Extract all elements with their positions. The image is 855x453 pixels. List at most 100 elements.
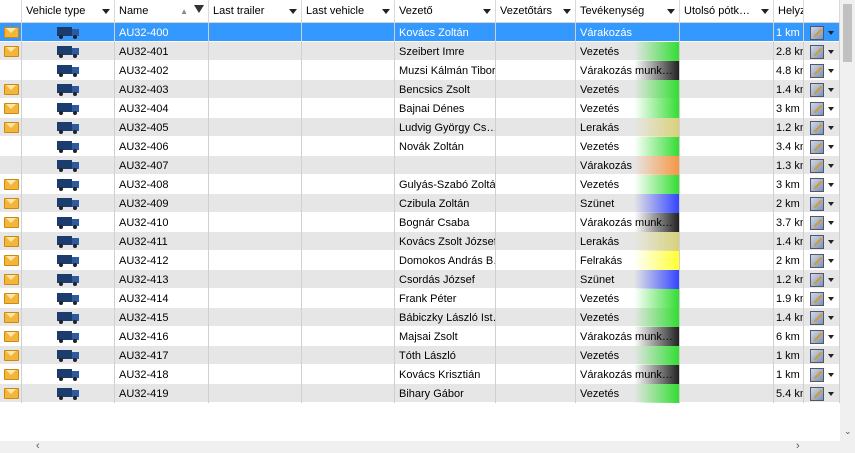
edit-pencil-icon[interactable] bbox=[809, 196, 824, 211]
cell-trailer2[interactable] bbox=[680, 61, 774, 80]
cell-vtype[interactable] bbox=[22, 289, 115, 308]
edit-pencil-icon[interactable] bbox=[809, 348, 824, 363]
envelope-icon[interactable] bbox=[4, 122, 19, 133]
envelope-icon[interactable] bbox=[4, 369, 19, 380]
cell-activity[interactable]: Várakozás munk… bbox=[576, 327, 680, 346]
cell-vehicle[interactable] bbox=[302, 384, 395, 403]
cell-activity[interactable]: Vezetés bbox=[576, 80, 680, 99]
cell-activity[interactable]: Szünet bbox=[576, 270, 680, 289]
cell-msg[interactable] bbox=[0, 365, 22, 384]
cell-edit[interactable] bbox=[804, 232, 840, 251]
cell-pos[interactable]: 3.4 km bbox=[774, 137, 804, 156]
cell-codriver[interactable] bbox=[496, 365, 576, 384]
cell-name[interactable]: AU32-418 bbox=[115, 365, 209, 384]
cell-vtype[interactable] bbox=[22, 365, 115, 384]
filter-icon[interactable] bbox=[194, 5, 204, 13]
cell-msg[interactable] bbox=[0, 175, 22, 194]
cell-vehicle[interactable] bbox=[302, 213, 395, 232]
cell-driver[interactable]: Bábiczky László Ist… bbox=[395, 308, 496, 327]
cell-codriver[interactable] bbox=[496, 289, 576, 308]
cell-vehicle[interactable] bbox=[302, 251, 395, 270]
table-row[interactable]: AU32-417 Tóth László Vezetés 1 km N bbox=[0, 346, 840, 365]
cell-name[interactable]: AU32-411 bbox=[115, 232, 209, 251]
cell-trailer2[interactable] bbox=[680, 137, 774, 156]
cell-vehicle[interactable] bbox=[302, 42, 395, 61]
cell-codriver[interactable] bbox=[496, 270, 576, 289]
cell-vehicle[interactable] bbox=[302, 232, 395, 251]
cell-vtype[interactable] bbox=[22, 308, 115, 327]
cell-pos[interactable]: 5.4 km bbox=[774, 384, 804, 403]
edit-pencil-icon[interactable] bbox=[809, 63, 824, 78]
edit-pencil-icon[interactable] bbox=[809, 272, 824, 287]
cell-edit[interactable] bbox=[804, 61, 840, 80]
scroll-right-icon[interactable]: › bbox=[796, 440, 800, 452]
column-header-edit[interactable] bbox=[804, 0, 840, 22]
cell-driver[interactable]: Ludvig György Cs… bbox=[395, 118, 496, 137]
edit-pencil-icon[interactable] bbox=[809, 177, 824, 192]
envelope-icon[interactable] bbox=[4, 27, 19, 38]
cell-trailer2[interactable] bbox=[680, 308, 774, 327]
cell-trailer[interactable] bbox=[209, 99, 302, 118]
vertical-scrollbar[interactable]: ⌄ bbox=[840, 0, 855, 441]
cell-pos[interactable]: 3 km S bbox=[774, 99, 804, 118]
cell-activity[interactable]: Vezetés bbox=[576, 289, 680, 308]
column-dropdown-icon[interactable] bbox=[382, 9, 390, 14]
cell-codriver[interactable] bbox=[496, 61, 576, 80]
cell-vehicle[interactable] bbox=[302, 175, 395, 194]
cell-pos[interactable]: 3.7 km bbox=[774, 213, 804, 232]
cell-activity[interactable]: Vezetés bbox=[576, 175, 680, 194]
cell-trailer2[interactable] bbox=[680, 289, 774, 308]
cell-driver[interactable]: Frank Péter bbox=[395, 289, 496, 308]
cell-vtype[interactable] bbox=[22, 251, 115, 270]
column-header-vehicle[interactable]: Last vehicle bbox=[302, 0, 395, 22]
cell-trailer[interactable] bbox=[209, 270, 302, 289]
cell-trailer2[interactable] bbox=[680, 232, 774, 251]
cell-codriver[interactable] bbox=[496, 137, 576, 156]
cell-vehicle[interactable] bbox=[302, 137, 395, 156]
cell-name[interactable]: AU32-419 bbox=[115, 384, 209, 403]
cell-driver[interactable]: Domokos András B… bbox=[395, 251, 496, 270]
cell-pos[interactable]: 1 km N bbox=[774, 346, 804, 365]
cell-vtype[interactable] bbox=[22, 175, 115, 194]
cell-pos[interactable]: 6 km E bbox=[774, 327, 804, 346]
cell-msg[interactable] bbox=[0, 308, 22, 327]
scroll-left-icon[interactable]: ‹ bbox=[36, 440, 40, 452]
column-header-trailer[interactable]: Last trailer bbox=[209, 0, 302, 22]
envelope-icon[interactable] bbox=[4, 388, 19, 399]
cell-vehicle[interactable] bbox=[302, 99, 395, 118]
cell-trailer[interactable] bbox=[209, 118, 302, 137]
cell-activity[interactable]: Felrakás bbox=[576, 251, 680, 270]
cell-vehicle[interactable] bbox=[302, 61, 395, 80]
edit-pencil-icon[interactable] bbox=[809, 101, 824, 116]
row-menu-dropdown-icon[interactable] bbox=[827, 334, 834, 339]
table-row[interactable]: AU32-404 Bajnai Dénes Vezetés 3 km S bbox=[0, 99, 840, 118]
row-menu-dropdown-icon[interactable] bbox=[827, 125, 834, 130]
cell-name[interactable]: AU32-415 bbox=[115, 308, 209, 327]
cell-vehicle[interactable] bbox=[302, 327, 395, 346]
cell-pos[interactable]: 1.4 km bbox=[774, 308, 804, 327]
cell-trailer[interactable] bbox=[209, 251, 302, 270]
table-row[interactable]: AU32-402 Muzsi Kálmán Tibor Várakozás munk… bbox=[0, 61, 840, 80]
cell-activity[interactable]: Lerakás bbox=[576, 232, 680, 251]
cell-driver[interactable]: Muzsi Kálmán Tibor bbox=[395, 61, 496, 80]
cell-trailer[interactable] bbox=[209, 327, 302, 346]
cell-pos[interactable]: 2 km N bbox=[774, 251, 804, 270]
cell-trailer[interactable] bbox=[209, 194, 302, 213]
cell-trailer2[interactable] bbox=[680, 365, 774, 384]
cell-driver[interactable]: Bognár Csaba bbox=[395, 213, 496, 232]
row-menu-dropdown-icon[interactable] bbox=[827, 201, 834, 206]
cell-vehicle[interactable] bbox=[302, 270, 395, 289]
cell-msg[interactable] bbox=[0, 289, 22, 308]
cell-msg[interactable] bbox=[0, 61, 22, 80]
envelope-icon[interactable] bbox=[4, 179, 19, 190]
cell-trailer[interactable] bbox=[209, 61, 302, 80]
cell-name[interactable]: AU32-405 bbox=[115, 118, 209, 137]
cell-pos[interactable]: 4.8 km bbox=[774, 61, 804, 80]
table-row[interactable]: AU32-416 Majsai Zsolt Várakozás munk… 6 km … bbox=[0, 327, 840, 346]
edit-pencil-icon[interactable] bbox=[809, 82, 824, 97]
cell-vehicle[interactable] bbox=[302, 118, 395, 137]
cell-edit[interactable] bbox=[804, 365, 840, 384]
envelope-icon[interactable] bbox=[4, 331, 19, 342]
cell-edit[interactable] bbox=[804, 346, 840, 365]
cell-pos[interactable]: 1.2 km bbox=[774, 270, 804, 289]
